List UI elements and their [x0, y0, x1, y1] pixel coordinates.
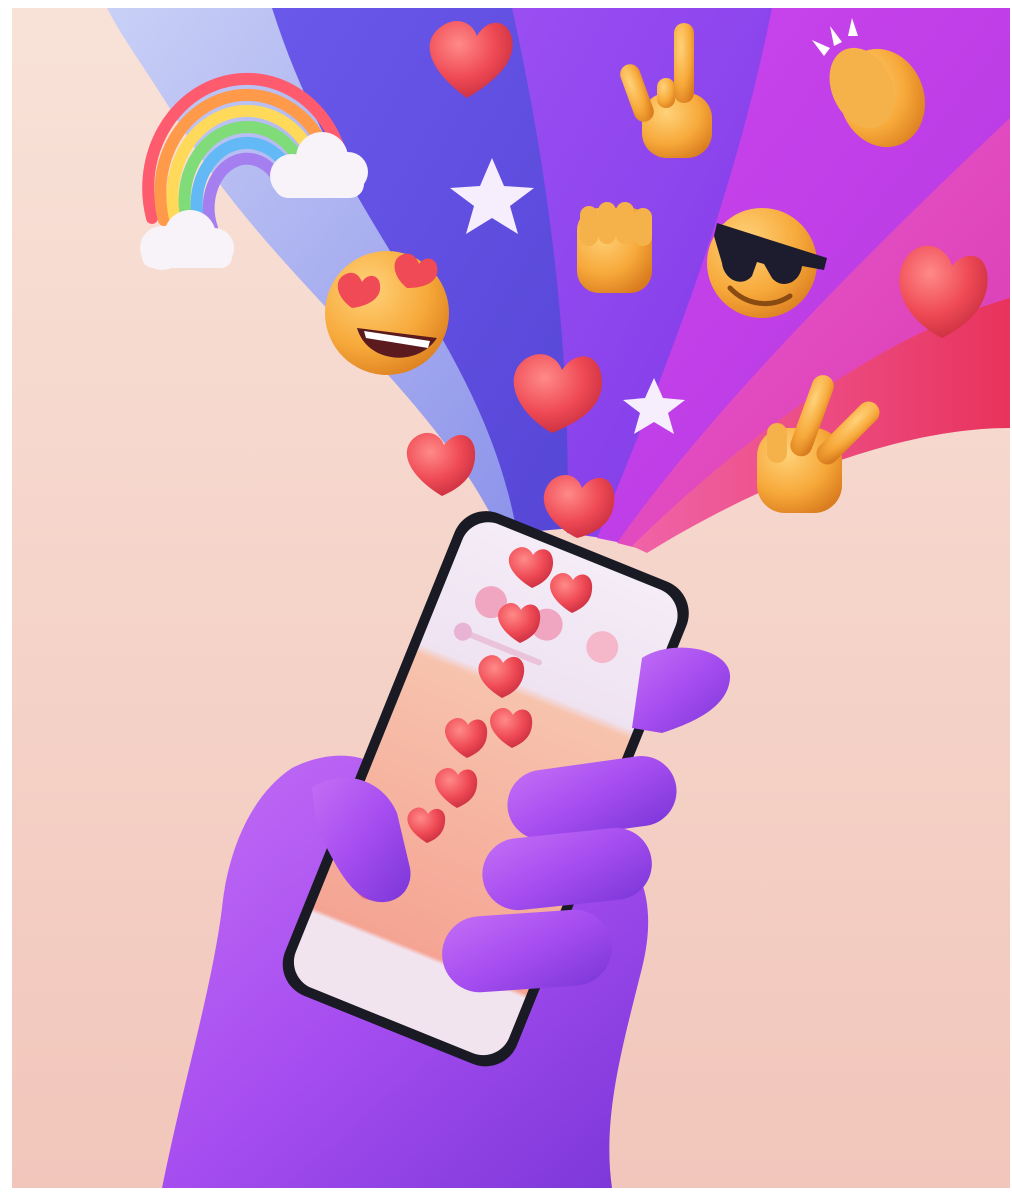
illustration: [12, 8, 1010, 1188]
illustration-canvas: [12, 8, 1010, 1188]
heart-eyes-face-icon: [325, 251, 449, 375]
raised-fist-icon: [577, 202, 652, 293]
